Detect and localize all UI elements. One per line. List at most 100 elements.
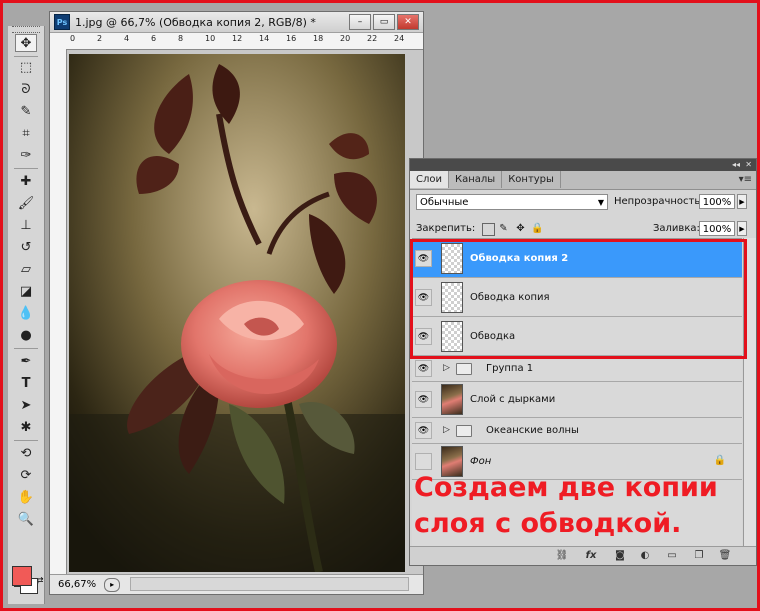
dodge-tool-icon[interactable]: ● bbox=[15, 326, 37, 344]
marquee-tool-icon[interactable]: ⬚ bbox=[15, 58, 37, 76]
link-layers-icon[interactable]: ⛓ bbox=[555, 549, 569, 562]
panel-menu-icon[interactable]: ▾≡ bbox=[739, 174, 752, 185]
quick-select-tool-icon[interactable]: ✎ bbox=[15, 102, 37, 120]
layer-name[interactable]: Слой с дырками bbox=[470, 394, 555, 405]
eye-icon[interactable]: 👁 bbox=[415, 391, 432, 408]
highlight-box bbox=[410, 239, 747, 359]
ruler-tick-label: 14 bbox=[259, 34, 270, 43]
ruler-tick-label: 4 bbox=[124, 34, 130, 43]
history-brush-tool-icon[interactable]: ↺ bbox=[15, 238, 37, 256]
collapse-icon[interactable]: ◂◂ bbox=[732, 160, 740, 169]
fill-slider-arrow-icon[interactable]: ▶ bbox=[737, 221, 747, 236]
tool-separator bbox=[14, 56, 38, 57]
group-name[interactable]: Океанские волны bbox=[486, 425, 579, 436]
eye-icon[interactable]: 👁 bbox=[415, 360, 432, 377]
path-select-tool-icon[interactable]: ➤ bbox=[15, 396, 37, 414]
blend-mode-value: Обычные bbox=[420, 197, 469, 208]
ruler-tick-label: 6 bbox=[151, 34, 157, 43]
panel-header-bar[interactable]: ◂◂ ✕ bbox=[410, 159, 756, 171]
brush-tool-icon[interactable]: 🖌 bbox=[15, 194, 37, 212]
expand-arrow-icon[interactable]: ▷ bbox=[443, 425, 450, 435]
fill-input[interactable]: 100% bbox=[699, 221, 735, 236]
new-layer-icon[interactable]: ❐ bbox=[692, 549, 706, 562]
rose-photo[interactable] bbox=[69, 54, 405, 572]
fill-label: Заливка: bbox=[653, 223, 700, 234]
restore-button[interactable]: ▭ bbox=[373, 14, 395, 30]
eraser-tool-icon[interactable]: ▱ bbox=[15, 260, 37, 278]
adjustment-layer-icon[interactable]: ◐ bbox=[638, 549, 652, 562]
fx-icon[interactable]: fx bbox=[584, 549, 598, 562]
tab-channels[interactable]: Каналы bbox=[449, 171, 503, 188]
tool-separator bbox=[14, 348, 38, 349]
shape-tool-icon[interactable]: ✱ bbox=[15, 418, 37, 436]
ruler-tick-label: 24 bbox=[394, 34, 405, 43]
folder-icon bbox=[456, 363, 472, 375]
document-window: Ps 1.jpg @ 66,7% (Обводка копия 2, RGB/8… bbox=[49, 11, 424, 595]
trash-icon[interactable]: 🗑 bbox=[718, 549, 732, 562]
tab-paths[interactable]: Контуры bbox=[502, 171, 561, 188]
ruler-corner[interactable] bbox=[50, 33, 67, 50]
lasso-tool-icon[interactable]: ᘐ bbox=[15, 80, 37, 98]
layer-mask-icon[interactable]: ◙ bbox=[613, 549, 627, 562]
annotation-text: Создаем две копии слоя с обводкой. bbox=[414, 472, 718, 539]
lock-pixels-icon[interactable]: ✎ bbox=[498, 223, 509, 234]
move-tool-icon[interactable]: ✥ bbox=[15, 34, 37, 52]
zoom-level[interactable]: 66,67% bbox=[58, 579, 96, 590]
folder-icon bbox=[456, 425, 472, 437]
photoshop-app-icon: Ps bbox=[54, 14, 70, 30]
lock-position-icon[interactable]: ✥ bbox=[515, 223, 526, 234]
eyedropper-tool-icon[interactable]: ✑ bbox=[15, 146, 37, 164]
new-group-icon[interactable]: ▭ bbox=[665, 549, 679, 562]
ruler-tick-label: 2 bbox=[97, 34, 103, 43]
group-row[interactable]: 👁 ▷ Океанские волны bbox=[412, 418, 742, 444]
layer-name[interactable]: Фон bbox=[470, 456, 491, 467]
panel-close-icon[interactable]: ✕ bbox=[745, 160, 752, 169]
ruler-tick-label: 18 bbox=[313, 34, 324, 43]
ruler-tick-label: 8 bbox=[178, 34, 184, 43]
document-title: 1.jpg @ 66,7% (Обводка копия 2, RGB/8) * bbox=[75, 15, 316, 29]
close-button[interactable]: ✕ bbox=[397, 14, 419, 30]
lock-icon: 🔒 bbox=[713, 455, 726, 466]
layer-row[interactable]: 👁 Слой с дырками bbox=[412, 382, 742, 418]
minimize-button[interactable]: – bbox=[349, 14, 371, 30]
lock-label: Закрепить: bbox=[416, 223, 476, 234]
expand-arrow-icon[interactable]: ▷ bbox=[443, 363, 450, 373]
tool-separator bbox=[14, 440, 38, 441]
blend-mode-select[interactable]: Обычные ▼ bbox=[416, 194, 608, 210]
document-titlebar[interactable]: Ps 1.jpg @ 66,7% (Обводка копия 2, RGB/8… bbox=[50, 12, 423, 33]
tab-layers[interactable]: Слои bbox=[410, 171, 449, 188]
eye-hidden-icon[interactable] bbox=[415, 453, 432, 470]
type-tool-icon[interactable]: T bbox=[15, 374, 37, 392]
rotate-3d-tool-icon[interactable]: ⟲ bbox=[15, 444, 37, 462]
horizontal-scrollbar[interactable] bbox=[130, 577, 409, 591]
lock-transparency-icon[interactable] bbox=[482, 223, 495, 236]
opacity-slider-arrow-icon[interactable]: ▶ bbox=[737, 194, 747, 209]
horizontal-ruler[interactable]: 0 2 4 6 8 10 12 14 16 18 20 22 24 bbox=[66, 33, 423, 50]
panel-footer: ⛓ fx ◙ ◐ ▭ ❐ 🗑 bbox=[410, 546, 756, 565]
blur-tool-icon[interactable]: 💧 bbox=[15, 304, 37, 322]
hand-tool-icon[interactable]: ✋ bbox=[15, 488, 37, 506]
crop-tool-icon[interactable]: ⌗ bbox=[15, 124, 37, 142]
canvas-area[interactable] bbox=[67, 50, 423, 574]
status-bar: 66,67% ▸ bbox=[50, 574, 423, 594]
ruler-tick-label: 20 bbox=[340, 34, 351, 43]
clone-stamp-tool-icon[interactable]: ⊥ bbox=[15, 216, 37, 234]
eye-icon[interactable]: 👁 bbox=[415, 422, 432, 439]
tool-separator bbox=[14, 168, 38, 169]
orbit-3d-tool-icon[interactable]: ⟳ bbox=[15, 466, 37, 484]
gradient-tool-icon[interactable]: ◪ bbox=[15, 282, 37, 300]
opacity-input[interactable]: 100% bbox=[699, 194, 735, 209]
pen-tool-icon[interactable]: ✒ bbox=[15, 352, 37, 370]
group-name[interactable]: Группа 1 bbox=[486, 363, 533, 374]
vertical-ruler[interactable] bbox=[50, 49, 67, 574]
foreground-color-swatch[interactable] bbox=[12, 566, 32, 586]
lock-all-icon[interactable]: 🔒 bbox=[531, 223, 543, 234]
tools-grip[interactable] bbox=[12, 26, 40, 33]
chevron-down-icon: ▼ bbox=[597, 198, 604, 207]
healing-brush-tool-icon[interactable]: ✚ bbox=[15, 172, 37, 190]
ruler-tick-label: 0 bbox=[70, 34, 76, 43]
status-menu-icon[interactable]: ▸ bbox=[104, 577, 121, 592]
zoom-tool-icon[interactable]: 🔍 bbox=[15, 510, 37, 528]
layer-thumbnail bbox=[441, 384, 463, 415]
group-row[interactable]: 👁 ▷ Группа 1 bbox=[412, 356, 742, 382]
